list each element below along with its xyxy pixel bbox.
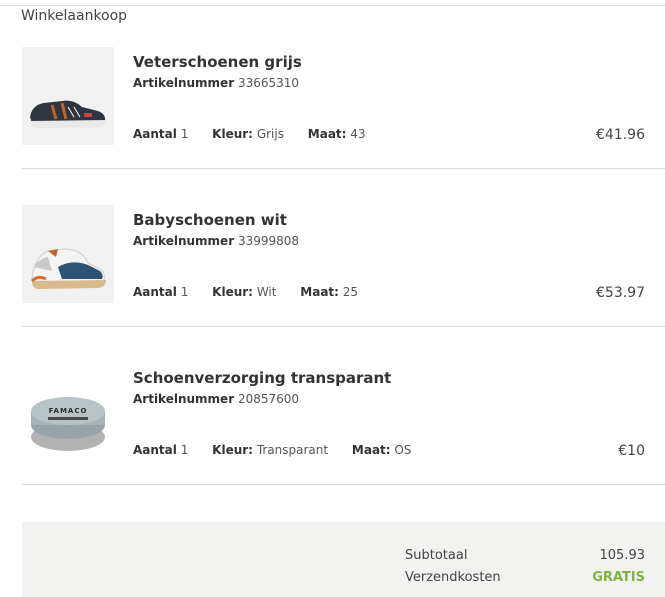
subtotal-value: 105.93 (599, 548, 646, 563)
size-group: Maat: OS (352, 443, 412, 457)
product-name[interactable]: Babyschoenen wit (133, 211, 287, 229)
famaco-logo-text: FAMACO (49, 407, 88, 415)
section-title: Winkelaankoop (21, 8, 128, 24)
product-price: €10 (618, 443, 645, 459)
article-number: Artikelnummer 33999808 (133, 234, 299, 248)
color-label: Kleur: (212, 127, 253, 141)
order-item: Veterschoenen grijs Artikelnummer 336653… (22, 47, 645, 167)
size-value: OS (394, 443, 412, 457)
article-number-label: Artikelnummer (133, 76, 235, 90)
color-group: Kleur: Grijs (212, 127, 284, 141)
article-number-label: Artikelnummer (133, 392, 235, 406)
sneaker-white-blue-icon (30, 248, 106, 289)
article-number-label: Artikelnummer (133, 234, 235, 248)
quantity-value: 1 (180, 285, 189, 299)
size-label: Maat: (351, 443, 391, 457)
product-image[interactable]: FAMACO (22, 373, 114, 471)
size-value: 25 (342, 285, 359, 299)
product-meta: Aantal 1 Kleur: Wit Maat: 25 (133, 285, 378, 299)
product-image[interactable] (22, 47, 114, 145)
quantity-value: 1 (180, 443, 189, 457)
article-number-value: 20857600 (237, 392, 300, 406)
order-item: FAMACO Schoenverzorging transparant Arti… (22, 363, 645, 483)
product-name[interactable]: Schoenverzorging transparant (133, 369, 391, 387)
sneaker-gray-icon (30, 100, 106, 128)
size-group: Maat: 43 (308, 127, 366, 141)
article-number: Artikelnummer 33665310 (133, 76, 299, 90)
quantity-label: Aantal (133, 127, 177, 141)
article-number: Artikelnummer 20857600 (133, 392, 299, 406)
product-meta: Aantal 1 Kleur: Transparant Maat: OS (133, 443, 431, 457)
color-label: Kleur: (212, 443, 253, 457)
order-summary: Subtotaal 105.93 Verzendkosten GRATIS (22, 522, 665, 597)
color-value: Transparant (256, 443, 329, 457)
famaco-tin-icon: FAMACO (31, 397, 105, 451)
quantity-label: Aantal (133, 285, 177, 299)
item-divider (22, 326, 665, 327)
quantity-group: Aantal 1 (133, 285, 188, 299)
shipping-label: Verzendkosten (405, 570, 501, 585)
quantity-group: Aantal 1 (133, 443, 188, 457)
color-value: Wit (256, 285, 277, 299)
product-price: €41.96 (596, 127, 645, 143)
size-label: Maat: (300, 285, 339, 299)
color-label: Kleur: (212, 285, 253, 299)
color-group: Kleur: Wit (212, 285, 276, 299)
color-value: Grijs (256, 127, 284, 141)
article-number-value: 33665310 (237, 76, 300, 90)
shipping-value: GRATIS (592, 570, 645, 585)
item-divider (22, 168, 665, 169)
top-divider (0, 0, 665, 6)
product-price: €53.97 (596, 285, 645, 301)
size-value: 43 (350, 127, 366, 141)
subtotal-label: Subtotaal (405, 548, 468, 563)
article-number-value: 33999808 (237, 234, 300, 248)
product-image[interactable] (22, 205, 114, 303)
size-label: Maat: (307, 127, 347, 141)
quantity-group: Aantal 1 (133, 127, 188, 141)
quantity-label: Aantal (133, 443, 177, 457)
order-item: Babyschoenen wit Artikelnummer 33999808 … (22, 205, 645, 325)
size-group: Maat: 25 (300, 285, 358, 299)
color-group: Kleur: Transparant (212, 443, 328, 457)
product-meta: Aantal 1 Kleur: Grijs Maat: 43 (133, 127, 386, 141)
item-divider (22, 484, 665, 485)
product-name[interactable]: Veterschoenen grijs (133, 53, 302, 71)
quantity-value: 1 (180, 127, 189, 141)
